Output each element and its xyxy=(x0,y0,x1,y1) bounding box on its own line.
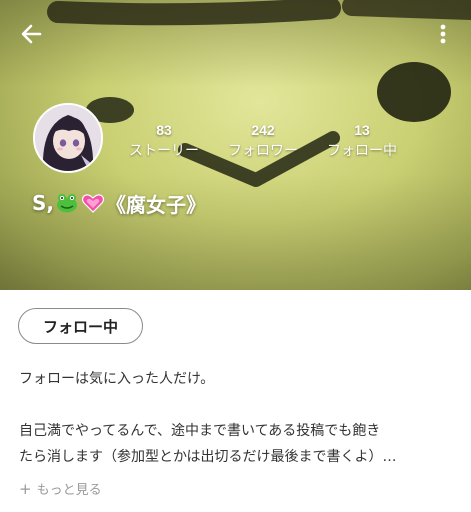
following-count: 13 xyxy=(354,122,370,138)
stat-followers[interactable]: 242 フォロワー xyxy=(208,121,318,161)
following-toggle-button[interactable]: フォロー中 xyxy=(18,308,143,344)
avatar-anime-girl-image xyxy=(35,105,101,171)
more-options-button[interactable] xyxy=(432,20,454,48)
stat-stories[interactable]: 83 ストーリー xyxy=(109,121,219,161)
back-button[interactable] xyxy=(18,20,46,48)
stories-count: 83 xyxy=(156,122,172,138)
display-name-suffix: 《腐女子》 xyxy=(106,192,207,217)
frog-emoji-icon xyxy=(57,194,78,213)
plus-icon: + xyxy=(19,479,32,498)
show-more-label: もっと見る xyxy=(36,483,102,498)
arrow-left-icon xyxy=(21,24,42,44)
bio-line: たら消します（参加型とかは出切るだけ最後まで書くよ）… xyxy=(19,449,397,465)
followers-label: フォロワー xyxy=(228,143,298,159)
stat-following[interactable]: 13 フォロー中 xyxy=(307,121,417,161)
bio-blank-line xyxy=(19,392,459,418)
more-vertical-icon xyxy=(440,24,446,44)
display-name-prefix: S, xyxy=(32,191,55,215)
sparkling-heart-emoji-icon xyxy=(81,194,105,213)
profile-bio: フォローは気に入った人だけ。 自己満でやってるんで、途中まで書いてある投稿でも飽… xyxy=(19,366,459,470)
profile-screen: 83 ストーリー 242 フォロワー 13 フォロー中 S, 《腐女子》 フォロ… xyxy=(0,0,471,512)
bio-line: フォローは気に入った人だけ。 xyxy=(19,371,215,387)
display-name: S, 《腐女子》 xyxy=(32,188,206,218)
stories-label: ストーリー xyxy=(129,143,199,159)
bio-line: 自己満でやってるんで、途中まで書いてある投稿でも飽き xyxy=(19,423,381,439)
followers-count: 242 xyxy=(251,122,275,138)
avatar[interactable] xyxy=(33,103,103,173)
following-label: フォロー中 xyxy=(327,143,397,159)
show-more-link[interactable]: + もっと見る xyxy=(19,479,102,499)
